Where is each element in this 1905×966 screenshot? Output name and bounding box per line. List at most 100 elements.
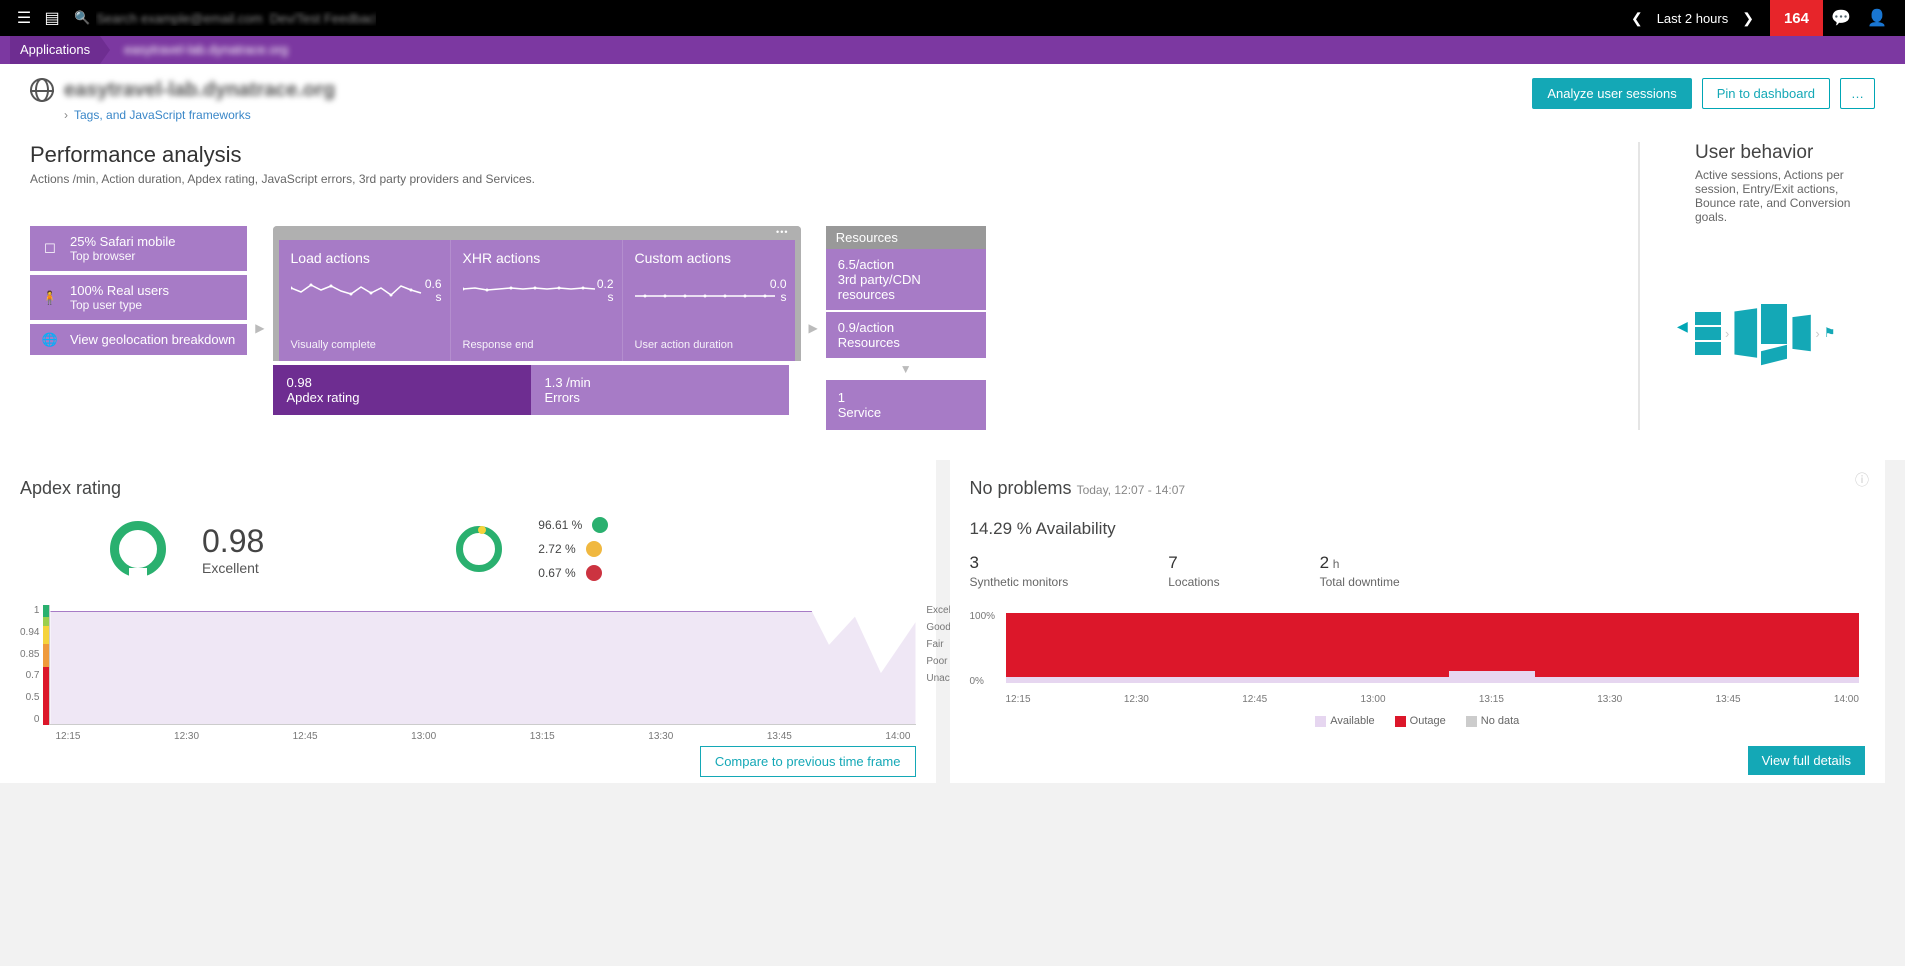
monitors-label: Synthetic monitors: [970, 575, 1069, 589]
menu-icon[interactable]: ☰: [10, 8, 38, 28]
apdex-card[interactable]: 0.98 Apdex rating: [273, 365, 531, 415]
legend-tolerating: 2.72 %: [538, 542, 575, 556]
user-behavior-funnel[interactable]: ◀ › › ⚑: [1695, 304, 1875, 362]
third-party-card[interactable]: 6.5/action 3rd party/CDN resources: [826, 249, 986, 310]
breadcrumb-current[interactable]: easytravel-lab.dynatrace.org: [114, 36, 298, 64]
apdex-donut: [110, 521, 166, 577]
custom-footer: User action duration: [635, 339, 783, 351]
app-title: easytravel-lab.dynatrace.org: [64, 79, 335, 102]
chat-icon[interactable]: 💬: [1823, 8, 1859, 28]
user-behavior-section: User behavior Active sessions, Actions p…: [1695, 142, 1875, 430]
user-behavior-title: User behavior: [1695, 142, 1875, 164]
problems-time-window: Today, 12:07 - 14:07: [1077, 483, 1186, 497]
load-unit: s: [436, 290, 442, 304]
chevron-right-icon[interactable]: ❯: [1736, 10, 1760, 27]
top-browser-card[interactable]: ☐ 25% Safari mobile Top browser: [30, 226, 247, 271]
user-type-icon: 🧍: [38, 286, 62, 310]
availability-title: 14.29 % Availability: [970, 519, 1866, 539]
custom-actions-card[interactable]: Custom actions 0.0s User action duration: [623, 240, 795, 361]
problems-panel: ⓘ No problems Today, 12:07 - 14:07 14.29…: [950, 460, 1886, 783]
geolocation-card[interactable]: 🌐 View geolocation breakdown: [30, 324, 247, 355]
timeframe-selector[interactable]: ❮ Last 2 hours ❯: [1625, 10, 1760, 27]
globe-small-icon: 🌐: [38, 328, 62, 352]
apdex-card-label: Apdex rating: [287, 390, 517, 405]
locations-stat: 7 Locations: [1168, 553, 1219, 589]
compare-button[interactable]: Compare to previous time frame: [700, 746, 916, 777]
errors-card[interactable]: 1.3 /min Errors: [531, 365, 789, 415]
tags-link-label: Tags, and JavaScript frameworks: [74, 108, 251, 122]
pin-dashboard-button[interactable]: Pin to dashboard: [1702, 78, 1830, 109]
monitors-value: 3: [970, 553, 1069, 573]
avail-ytick-top: 100%: [970, 611, 996, 622]
breadcrumb-root[interactable]: Applications: [10, 36, 100, 64]
browser-icon: ☐: [38, 237, 62, 261]
load-sparkline: [291, 276, 431, 300]
breadcrumb-bar: Applications easytravel-lab.dynatrace.or…: [0, 36, 1905, 64]
locations-value: 7: [1168, 553, 1219, 573]
custom-value: 0.0: [770, 277, 787, 291]
top-user-value: 100% Real users: [70, 283, 235, 298]
resources-card[interactable]: 0.9/action Resources: [826, 312, 986, 358]
problems-badge[interactable]: 164: [1770, 0, 1823, 36]
resources-label: Resources: [838, 335, 974, 350]
top-browser-label: Top browser: [70, 249, 235, 263]
legend-outage: Outage: [1410, 715, 1446, 727]
load-actions-card[interactable]: Load actions 0.6s Visually complete: [279, 240, 451, 361]
xhr-value: 0.2: [597, 277, 614, 291]
chevron-left-icon[interactable]: ❮: [1625, 10, 1649, 27]
errors-label: Errors: [545, 390, 775, 405]
third-party-value: 6.5/action: [838, 257, 974, 272]
xhr-actions-card[interactable]: XHR actions 0.2s Response end: [451, 240, 623, 361]
search-input[interactable]: [96, 11, 376, 26]
search-wrap: 🔍: [74, 10, 376, 26]
avail-ytick-bottom: 0%: [970, 676, 984, 687]
apdex-panel-title: Apdex rating: [20, 478, 916, 499]
xhr-sparkline: [463, 276, 603, 300]
top-user-type-card[interactable]: 🧍 100% Real users Top user type: [30, 275, 247, 320]
user-icon[interactable]: 👤: [1859, 8, 1895, 28]
face-neutral-icon: [586, 541, 602, 557]
apdex-distribution-donut: [456, 526, 502, 572]
service-value: 1: [838, 390, 974, 405]
apdex-legend: 96.61 % 2.72 % 0.67 %: [538, 517, 608, 581]
legend-frustrated: 0.67 %: [538, 566, 575, 580]
top-browser-value: 25% Safari mobile: [70, 234, 235, 249]
more-button[interactable]: …: [1840, 78, 1875, 109]
downtime-value: 2: [1320, 553, 1329, 572]
page-content: easytravel-lab.dynatrace.org › Tags, and…: [0, 64, 1905, 460]
analyze-sessions-button[interactable]: Analyze user sessions: [1532, 78, 1691, 109]
apdex-card-value: 0.98: [287, 375, 517, 390]
info-icon[interactable]: ⓘ: [1855, 470, 1869, 490]
timeframe-label: Last 2 hours: [1657, 11, 1729, 26]
perf-subtitle: Actions /min, Action duration, Apdex rat…: [30, 172, 1583, 186]
load-actions-title: Load actions: [291, 250, 438, 266]
apdex-chart: 10.940.850.70.50 12:1512:3012:4513:0013:…: [20, 605, 916, 765]
xhr-unit: s: [608, 290, 614, 304]
apdex-panel: Apdex rating 0.98 Excellent 96.61 % 2.72…: [0, 460, 936, 783]
resources-value: 0.9/action: [838, 320, 974, 335]
legend-nodata: No data: [1481, 715, 1520, 727]
dashboard-icon[interactable]: ▤: [38, 8, 66, 28]
legend-available: Available: [1330, 715, 1374, 727]
apdex-value: 0.98: [202, 523, 264, 560]
flag-icon: ⚑: [1824, 325, 1836, 341]
xhr-footer: Response end: [463, 339, 610, 351]
face-sad-icon: [586, 565, 602, 581]
load-footer: Visually complete: [291, 339, 438, 351]
availability-chart: 100% 0% 12:1512:3012:4513:0013:1513:3013…: [970, 613, 1866, 703]
tags-link[interactable]: › Tags, and JavaScript frameworks: [64, 108, 335, 122]
view-full-details-button[interactable]: View full details: [1748, 746, 1865, 775]
synthetic-monitors-stat: 3 Synthetic monitors: [970, 553, 1069, 589]
geo-label: View geolocation breakdown: [70, 332, 235, 347]
locations-label: Locations: [1168, 575, 1219, 589]
downtime-unit: h: [1333, 557, 1340, 571]
load-value: 0.6: [425, 277, 442, 291]
search-icon[interactable]: 🔍: [74, 10, 90, 26]
top-bar: ☰ ▤ 🔍 ❮ Last 2 hours ❯ 164 💬 👤: [0, 0, 1905, 36]
custom-title: Custom actions: [635, 250, 783, 266]
chevron-right-icon: ›: [64, 108, 68, 122]
apdex-label: Excellent: [202, 560, 264, 576]
top-user-label: Top user type: [70, 298, 235, 312]
service-card[interactable]: 1 Service: [826, 380, 986, 430]
chevron-left-icon[interactable]: ◀: [1677, 318, 1688, 335]
